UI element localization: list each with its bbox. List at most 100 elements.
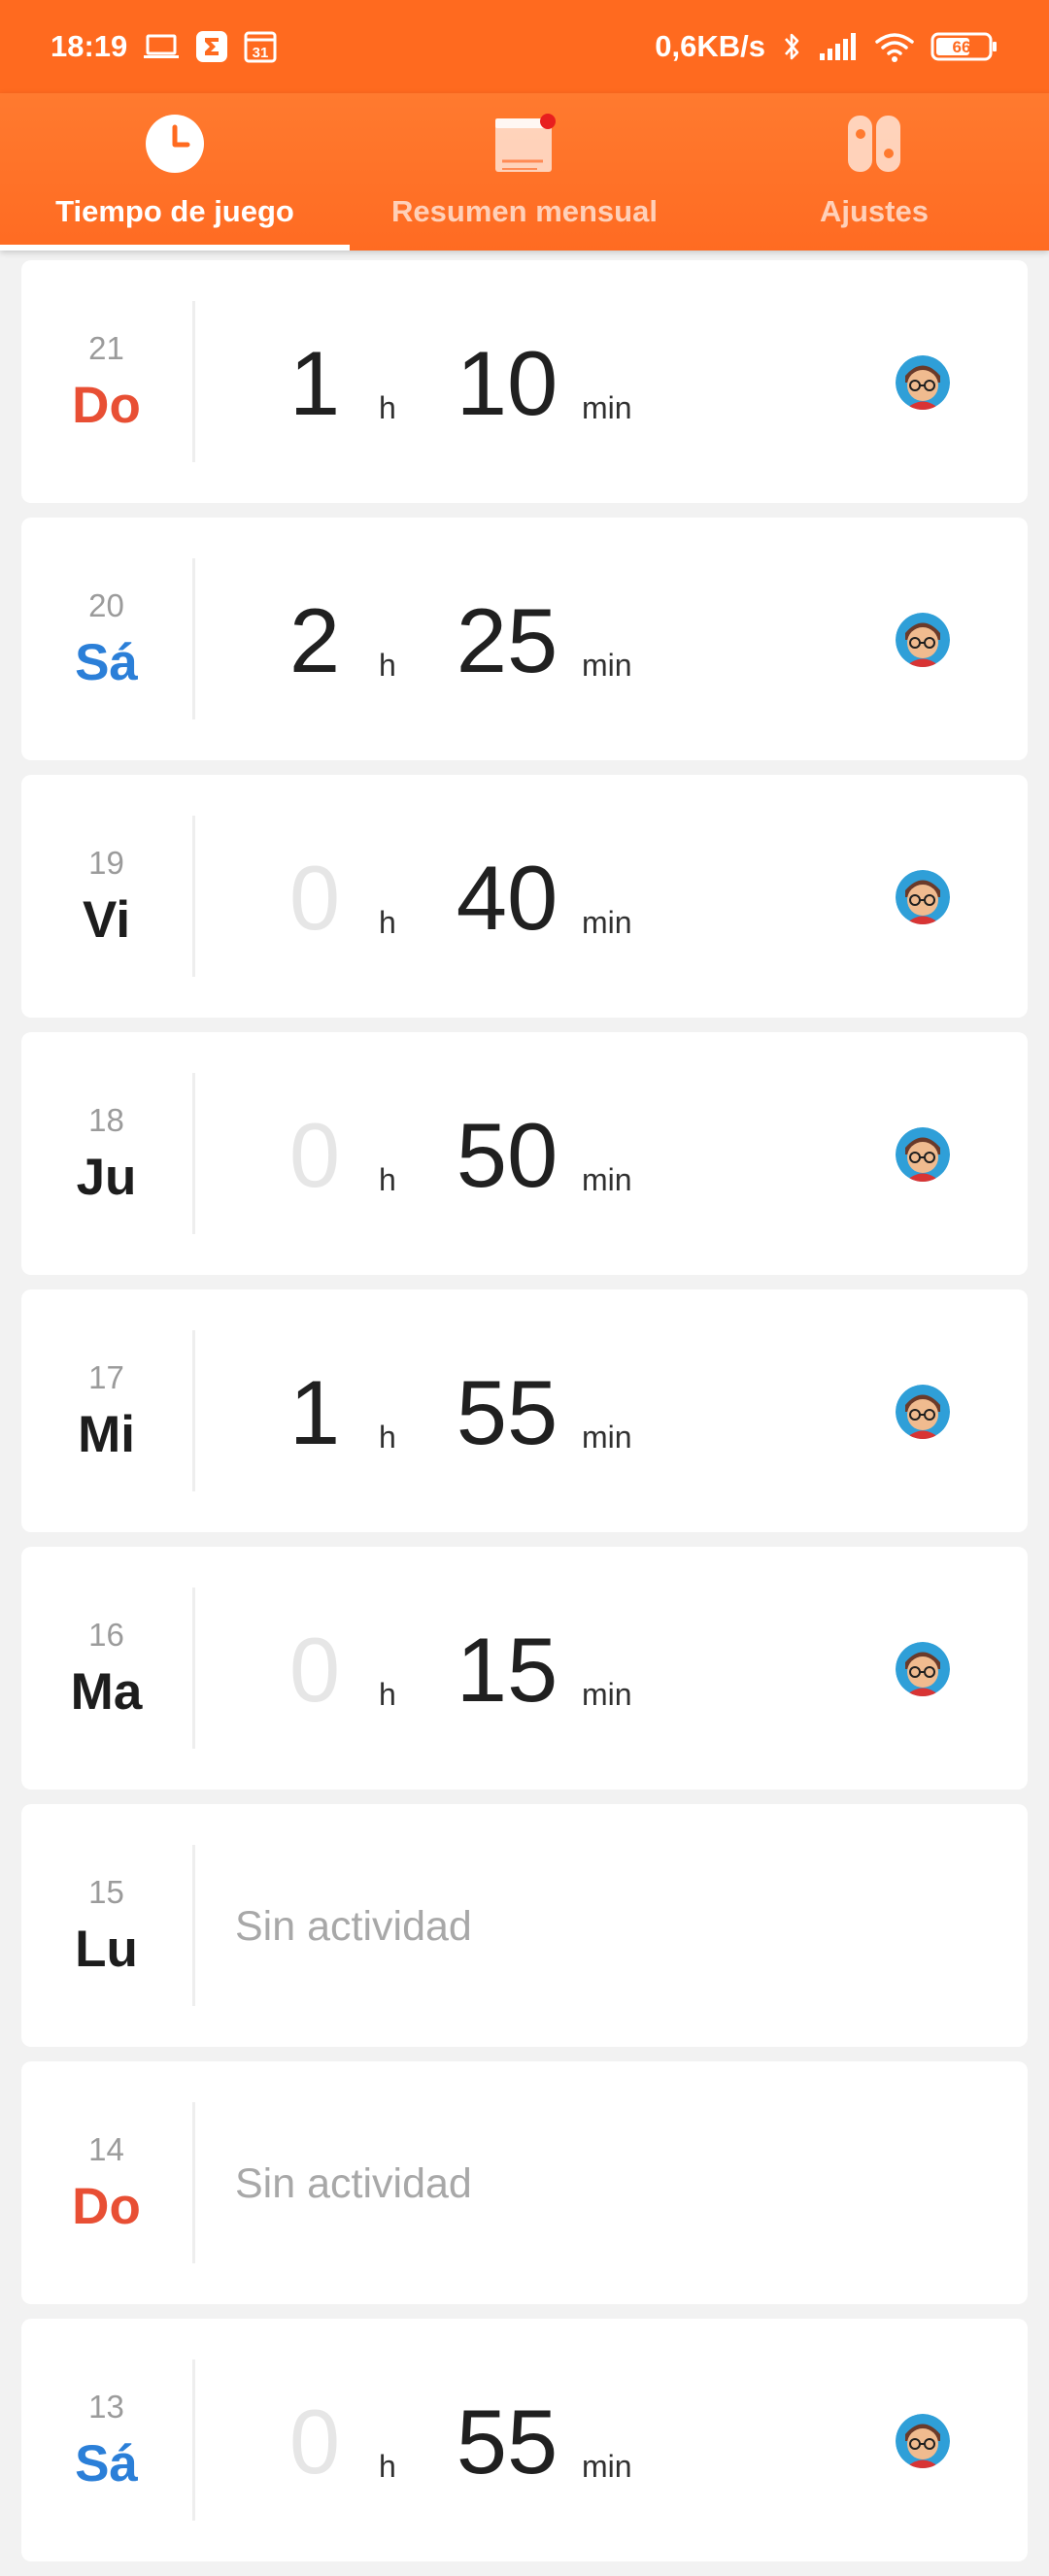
wifi-icon xyxy=(874,30,915,63)
minutes-unit: min xyxy=(582,905,632,940)
minutes-unit: min xyxy=(582,390,632,425)
date-number: 20 xyxy=(88,587,124,623)
date-column: 17 Mi xyxy=(21,1289,191,1532)
date-column: 20 Sá xyxy=(21,518,191,760)
weekday: Lu xyxy=(75,1921,138,1978)
hours-unit: h xyxy=(379,1162,396,1197)
minutes-value: 55 xyxy=(456,1361,558,1463)
no-activity-text: Sin actividad xyxy=(235,1903,472,1950)
weekday: Ma xyxy=(70,1663,143,1721)
avatar[interactable] xyxy=(896,355,950,410)
hours-unit: h xyxy=(379,2449,396,2484)
calendar-icon-day: 31 xyxy=(253,45,269,61)
laptop-icon xyxy=(143,33,180,60)
day-card[interactable]: 15 Lu Sin actividad xyxy=(21,1804,1028,2047)
minutes-value: 10 xyxy=(456,332,558,434)
avatar[interactable] xyxy=(896,870,950,924)
date-column: 14 Do xyxy=(21,2061,191,2304)
minutes-value: 50 xyxy=(456,1104,558,1206)
divider xyxy=(192,558,195,719)
divider xyxy=(192,1845,195,2006)
date-number: 19 xyxy=(88,845,124,881)
date-number: 17 xyxy=(88,1359,124,1395)
active-tab-indicator xyxy=(0,245,350,251)
hours-unit: h xyxy=(379,1420,396,1455)
divider xyxy=(192,1073,195,1234)
minutes-value: 40 xyxy=(456,847,558,949)
status-time: 18:19 xyxy=(51,29,128,63)
hours-unit: h xyxy=(379,1677,396,1712)
weekday: Do xyxy=(72,377,141,434)
date-number: 16 xyxy=(88,1617,124,1653)
status-bar: 18:19 31 0,6KB/s 66 xyxy=(0,0,1049,93)
day-card[interactable]: 18 Ju 0 h 50 min xyxy=(21,1032,1028,1275)
date-number: 21 xyxy=(88,330,124,366)
avatar[interactable] xyxy=(896,1127,950,1182)
hours-value: 0 xyxy=(288,1619,341,1721)
signal-icon xyxy=(818,31,859,62)
date-column: 18 Ju xyxy=(21,1032,191,1275)
tab-label: Ajustes xyxy=(820,194,929,228)
hours-unit: h xyxy=(379,648,396,683)
minutes-value: 15 xyxy=(456,1619,558,1721)
tab-playtime[interactable]: Tiempo de juego xyxy=(0,93,350,251)
date-number: 15 xyxy=(88,1874,124,1910)
weekday: Vi xyxy=(82,891,131,949)
weekday: Sá xyxy=(75,634,138,691)
hours-value: 1 xyxy=(288,332,341,434)
date-column: 13 Sá xyxy=(21,2319,191,2561)
tab-label: Tiempo de juego xyxy=(55,194,294,228)
tab-label: Resumen mensual xyxy=(391,194,658,228)
day-card[interactable]: 13 Sá 0 h 55 min xyxy=(21,2319,1028,2561)
battery-level: 66 xyxy=(953,38,971,56)
status-right: 0,6KB/s 66 xyxy=(655,29,998,64)
day-card[interactable]: 16 Ma 0 h 15 min xyxy=(21,1547,1028,1790)
bluetooth-icon xyxy=(781,30,802,63)
minutes-unit: min xyxy=(582,1420,632,1455)
date-number: 13 xyxy=(88,2389,124,2425)
divider xyxy=(192,1588,195,1749)
avatar[interactable] xyxy=(896,2414,950,2468)
date-column: 19 Vi xyxy=(21,775,191,1018)
minutes-value: 55 xyxy=(456,2391,558,2492)
day-card[interactable]: 19 Vi 0 h 40 min xyxy=(21,775,1028,1018)
weekday: Do xyxy=(72,2178,141,2235)
hours-value: 0 xyxy=(288,847,341,949)
day-card[interactable]: 17 Mi 1 h 55 min xyxy=(21,1289,1028,1532)
minutes-unit: min xyxy=(582,1677,632,1712)
date-column: 15 Lu xyxy=(21,1804,191,2047)
date-column: 16 Ma xyxy=(21,1547,191,1790)
weekday: Sá xyxy=(75,2435,138,2492)
hours-value: 1 xyxy=(288,1361,341,1463)
weekday: Mi xyxy=(78,1406,135,1463)
avatar[interactable] xyxy=(896,1642,950,1696)
hours-unit: h xyxy=(379,390,396,425)
hours-value: 0 xyxy=(288,1104,341,1206)
divider xyxy=(192,2102,195,2263)
minutes-unit: min xyxy=(582,648,632,683)
minutes-unit: min xyxy=(582,2449,632,2484)
minutes-value: 25 xyxy=(456,589,558,691)
calendar-notification-icon xyxy=(491,111,558,177)
day-card[interactable]: 21 Do 1 h 10 min xyxy=(21,260,1028,503)
day-card[interactable]: 20 Sá 2 h 25 min xyxy=(21,518,1028,760)
avatar[interactable] xyxy=(896,1385,950,1439)
tab-settings[interactable]: Ajustes xyxy=(699,93,1049,251)
battery-icon: 66 xyxy=(931,31,998,62)
sigma-app-icon xyxy=(195,30,228,63)
minutes-unit: min xyxy=(582,1162,632,1197)
divider xyxy=(192,1330,195,1491)
tab-bar: Tiempo de juego Resumen mensual Ajustes xyxy=(0,93,1049,251)
clock-icon xyxy=(144,111,206,177)
divider xyxy=(192,816,195,977)
day-card[interactable]: 14 Do Sin actividad xyxy=(21,2061,1028,2304)
status-left: 18:19 31 xyxy=(51,29,277,64)
daily-playtime-list: 21 Do 1 h 10 min 20 Sá 2 h 25 min 19 Vi … xyxy=(0,251,1049,2561)
hours-value: 2 xyxy=(288,589,341,691)
network-speed: 0,6KB/s xyxy=(655,29,765,63)
no-activity-text: Sin actividad xyxy=(235,2160,472,2207)
tab-monthly-summary[interactable]: Resumen mensual xyxy=(350,93,699,251)
calendar-icon: 31 xyxy=(244,30,277,63)
weekday: Ju xyxy=(76,1149,137,1206)
avatar[interactable] xyxy=(896,613,950,667)
